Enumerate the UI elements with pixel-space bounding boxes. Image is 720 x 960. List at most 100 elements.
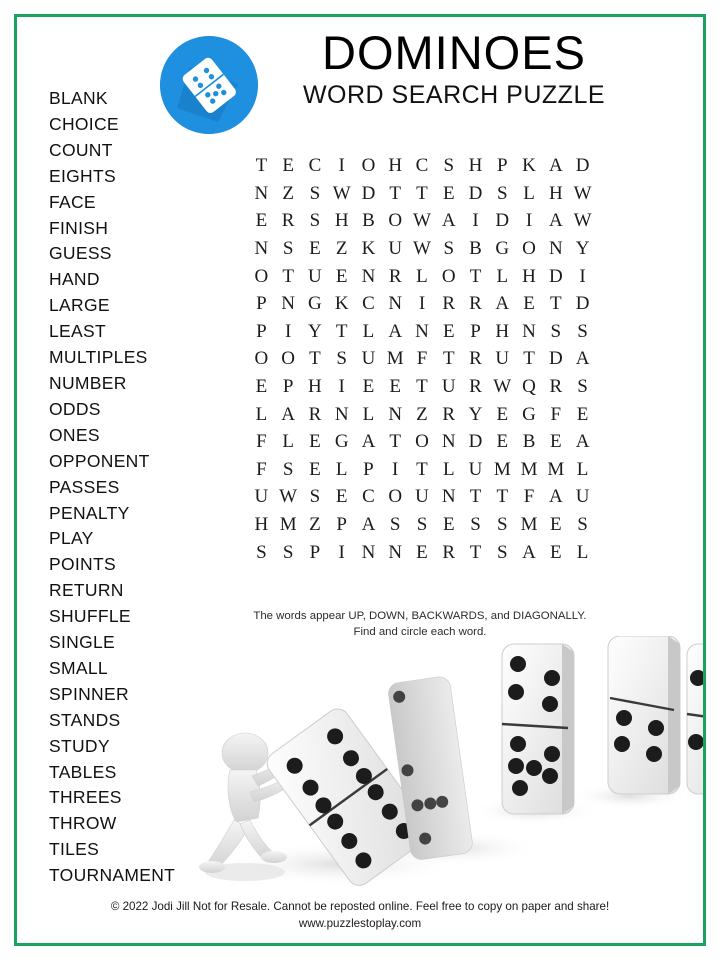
grid-cell[interactable]: D bbox=[489, 211, 516, 230]
grid-cell[interactable]: L bbox=[275, 432, 302, 451]
grid-cell[interactable]: Z bbox=[409, 405, 436, 424]
word-list-item[interactable]: COUNT bbox=[49, 138, 229, 164]
grid-cell[interactable]: E bbox=[516, 294, 543, 313]
grid-cell[interactable]: U bbox=[248, 487, 275, 506]
grid-cell[interactable]: C bbox=[302, 156, 329, 175]
grid-cell[interactable]: O bbox=[382, 487, 409, 506]
grid-cell[interactable]: N bbox=[248, 239, 275, 258]
grid-cell[interactable]: T bbox=[462, 487, 489, 506]
grid-cell[interactable]: S bbox=[302, 487, 329, 506]
word-list-item[interactable]: CHOICE bbox=[49, 112, 229, 138]
grid-cell[interactable]: T bbox=[489, 487, 516, 506]
grid-cell[interactable]: S bbox=[248, 543, 275, 562]
word-list-item[interactable]: MULTIPLES bbox=[49, 345, 229, 371]
grid-cell[interactable]: L bbox=[516, 184, 543, 203]
grid-cell[interactable]: O bbox=[435, 267, 462, 286]
grid-cell[interactable]: H bbox=[328, 211, 355, 230]
grid-cell[interactable]: I bbox=[328, 156, 355, 175]
grid-cell[interactable]: N bbox=[382, 294, 409, 313]
word-list-item[interactable]: SHUFFLE bbox=[49, 604, 229, 630]
grid-cell[interactable]: D bbox=[569, 156, 596, 175]
grid-cell[interactable]: I bbox=[382, 460, 409, 479]
grid-cell[interactable]: W bbox=[409, 211, 436, 230]
grid-cell[interactable]: I bbox=[462, 211, 489, 230]
website-url[interactable]: www.puzzlestoplay.com bbox=[40, 915, 680, 932]
grid-cell[interactable]: N bbox=[435, 487, 462, 506]
grid-cell[interactable]: C bbox=[355, 294, 382, 313]
grid-cell[interactable]: T bbox=[435, 349, 462, 368]
grid-cell[interactable]: T bbox=[516, 349, 543, 368]
grid-cell[interactable]: M bbox=[516, 515, 543, 534]
grid-cell[interactable]: N bbox=[516, 322, 543, 341]
grid-cell[interactable]: A bbox=[275, 405, 302, 424]
grid-cell[interactable]: U bbox=[462, 460, 489, 479]
grid-cell[interactable]: I bbox=[275, 322, 302, 341]
grid-cell[interactable]: G bbox=[328, 432, 355, 451]
grid-cell[interactable]: A bbox=[489, 294, 516, 313]
grid-cell[interactable]: O bbox=[382, 211, 409, 230]
grid-cell[interactable]: S bbox=[435, 239, 462, 258]
grid-cell[interactable]: R bbox=[462, 377, 489, 396]
grid-cell[interactable]: N bbox=[355, 267, 382, 286]
grid-cell[interactable]: N bbox=[435, 432, 462, 451]
grid-cell[interactable]: O bbox=[248, 349, 275, 368]
grid-cell[interactable]: E bbox=[542, 432, 569, 451]
grid-cell[interactable]: S bbox=[382, 515, 409, 534]
grid-cell[interactable]: W bbox=[569, 211, 596, 230]
grid-cell[interactable]: F bbox=[409, 349, 436, 368]
grid-cell[interactable]: A bbox=[382, 322, 409, 341]
word-list-item[interactable]: EIGHTS bbox=[49, 164, 229, 190]
grid-cell[interactable]: A bbox=[355, 515, 382, 534]
grid-cell[interactable]: L bbox=[435, 460, 462, 479]
word-list-item[interactable]: PLAY bbox=[49, 526, 229, 552]
grid-cell[interactable]: E bbox=[542, 515, 569, 534]
grid-cell[interactable]: A bbox=[542, 211, 569, 230]
grid-cell[interactable]: S bbox=[569, 322, 596, 341]
grid-cell[interactable]: W bbox=[569, 184, 596, 203]
grid-cell[interactable]: E bbox=[248, 377, 275, 396]
word-list-item[interactable]: ODDS bbox=[49, 397, 229, 423]
grid-cell[interactable]: H bbox=[382, 156, 409, 175]
grid-cell[interactable]: S bbox=[409, 515, 436, 534]
grid-cell[interactable]: E bbox=[275, 156, 302, 175]
grid-cell[interactable]: H bbox=[516, 267, 543, 286]
grid-cell[interactable]: C bbox=[355, 487, 382, 506]
grid-cell[interactable]: O bbox=[275, 349, 302, 368]
grid-cell[interactable]: D bbox=[542, 267, 569, 286]
grid-cell[interactable]: E bbox=[302, 432, 329, 451]
grid-cell[interactable]: Z bbox=[275, 184, 302, 203]
grid-cell[interactable]: M bbox=[489, 460, 516, 479]
grid-cell[interactable]: Z bbox=[328, 239, 355, 258]
grid-cell[interactable]: R bbox=[462, 294, 489, 313]
grid-cell[interactable]: G bbox=[489, 239, 516, 258]
word-list-item[interactable]: LEAST bbox=[49, 319, 229, 345]
grid-cell[interactable]: I bbox=[328, 543, 355, 562]
grid-cell[interactable]: S bbox=[462, 515, 489, 534]
word-list-item[interactable]: NUMBER bbox=[49, 371, 229, 397]
grid-cell[interactable]: M bbox=[542, 460, 569, 479]
grid-cell[interactable]: E bbox=[435, 184, 462, 203]
grid-cell[interactable]: T bbox=[248, 156, 275, 175]
grid-cell[interactable]: L bbox=[328, 460, 355, 479]
grid-cell[interactable]: E bbox=[248, 211, 275, 230]
grid-cell[interactable]: I bbox=[409, 294, 436, 313]
grid-cell[interactable]: E bbox=[435, 515, 462, 534]
grid-cell[interactable]: A bbox=[569, 432, 596, 451]
grid-cell[interactable]: F bbox=[542, 405, 569, 424]
grid-cell[interactable]: N bbox=[382, 405, 409, 424]
grid-cell[interactable]: O bbox=[248, 267, 275, 286]
grid-cell[interactable]: E bbox=[435, 322, 462, 341]
grid-cell[interactable]: H bbox=[489, 322, 516, 341]
word-list-item[interactable]: FINISH bbox=[49, 216, 229, 242]
grid-cell[interactable]: N bbox=[275, 294, 302, 313]
grid-cell[interactable]: L bbox=[355, 405, 382, 424]
grid-cell[interactable]: S bbox=[489, 515, 516, 534]
grid-cell[interactable]: P bbox=[489, 156, 516, 175]
word-list-item[interactable]: HAND bbox=[49, 267, 229, 293]
grid-cell[interactable]: E bbox=[328, 487, 355, 506]
grid-cell[interactable]: F bbox=[248, 432, 275, 451]
grid-cell[interactable]: B bbox=[516, 432, 543, 451]
grid-cell[interactable]: H bbox=[302, 377, 329, 396]
grid-cell[interactable]: U bbox=[355, 349, 382, 368]
grid-cell[interactable]: P bbox=[302, 543, 329, 562]
